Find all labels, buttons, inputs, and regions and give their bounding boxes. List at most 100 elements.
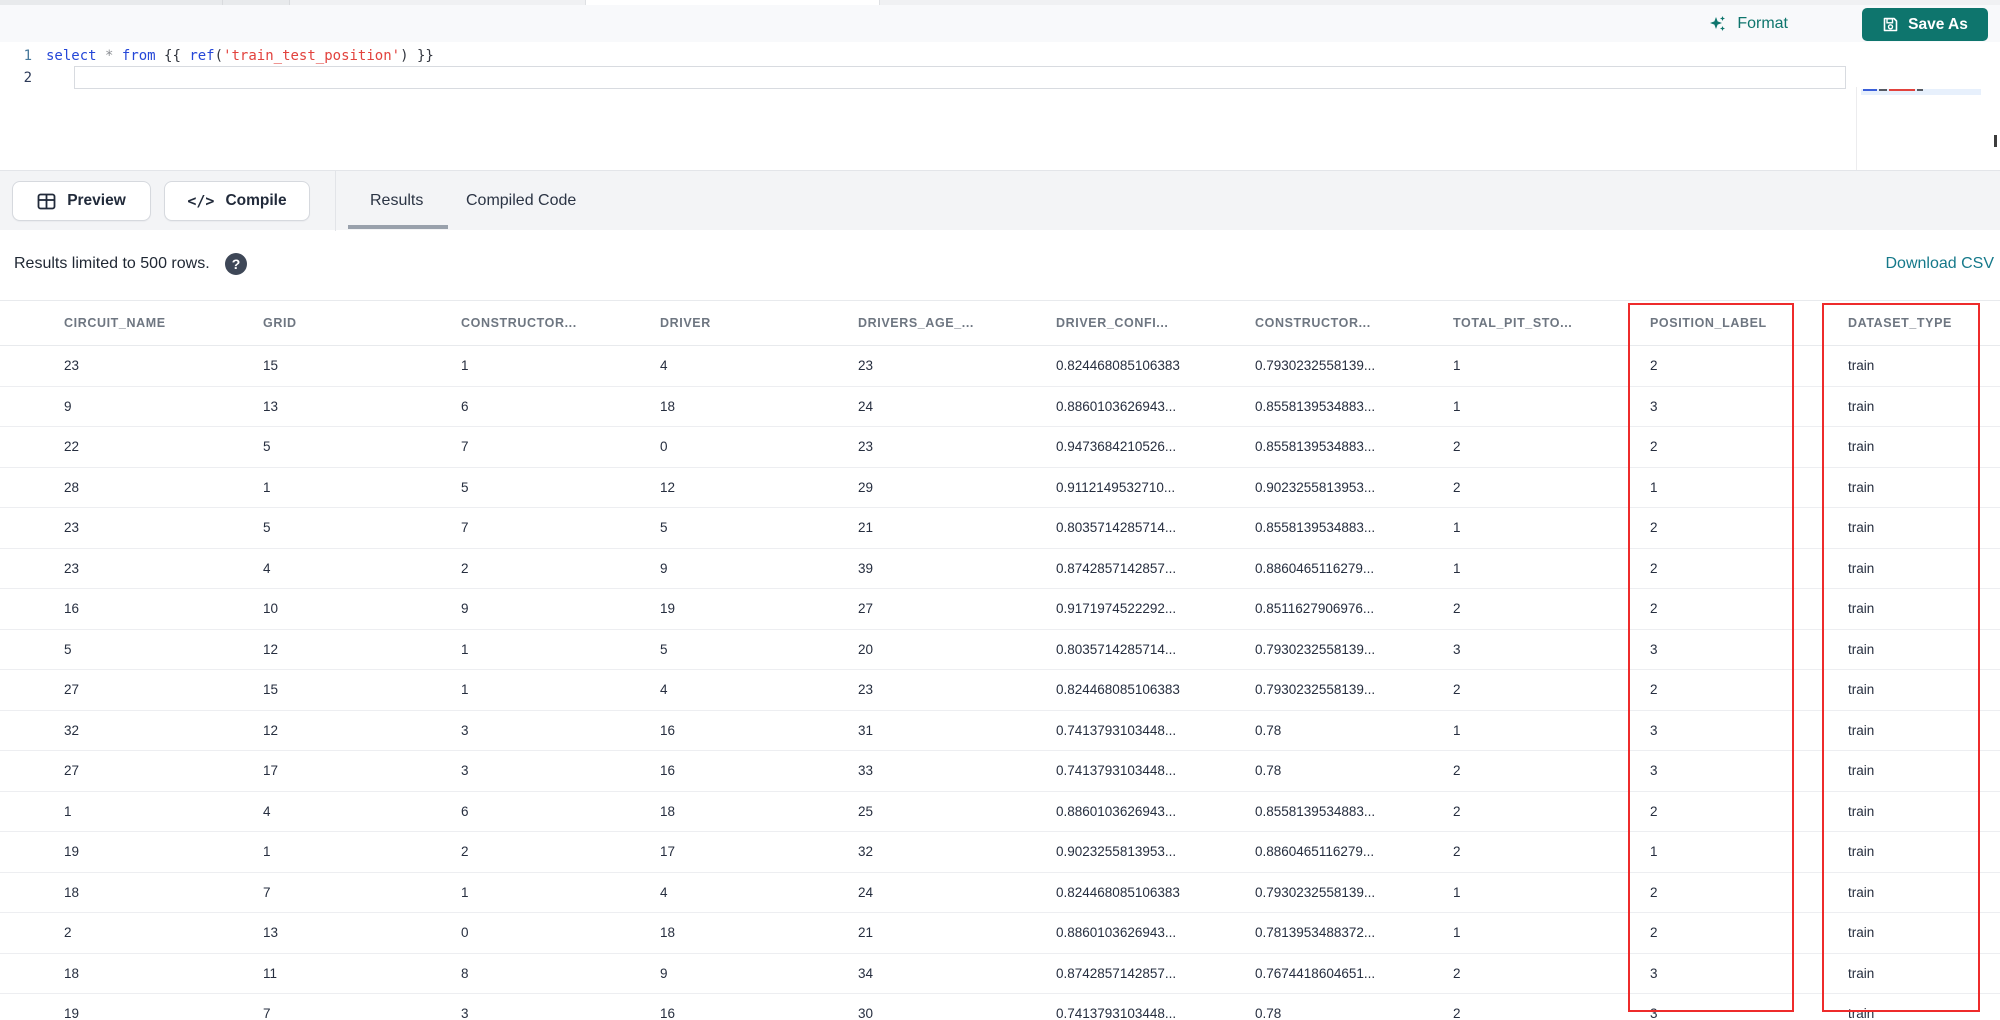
table-cell: 23 <box>64 358 80 374</box>
results-table: CIRCUIT_NAME GRID CONSTRUCTOR... DRIVER DRIV… <box>0 300 2000 1020</box>
table-cell: 2 <box>1650 560 1658 576</box>
table-cell: 19 <box>64 844 80 860</box>
table-cell: 2 <box>1453 439 1461 455</box>
table-row: 19 7 3 16 30 0.7413793103448... 0.78 2 3 train <box>0 994 2000 1020</box>
sql-editor[interactable]: 1 select * from {{ ref('train_test_posit… <box>0 42 2000 187</box>
table-row: 18 7 1 4 24 0.824468085106383 0.7930232558139.… <box>0 873 2000 913</box>
code-line-1[interactable]: 1 select * from {{ ref('train_test_posit… <box>0 45 1900 67</box>
code-token: from <box>121 48 156 64</box>
compile-label: Compile <box>225 192 287 209</box>
table-cell: 18 <box>64 884 80 900</box>
table-cell: 1 <box>1453 520 1461 536</box>
table-cell: 3 <box>1650 965 1658 981</box>
results-meta-bar: Results limited to 500 rows. ? Download … <box>0 244 2000 286</box>
table-cell: 0.7413793103448... <box>1056 1006 1177 1020</box>
code-line-2[interactable]: 2 <box>0 67 1900 89</box>
table-cell: train <box>1848 479 1875 495</box>
save-as-label: Save As <box>1908 15 1968 33</box>
table-cell: 2 <box>1453 844 1461 860</box>
table-cell: 16 <box>64 601 80 617</box>
table-body: 23 15 1 4 23 0.824468085106383 0.7930232558139… <box>0 346 2000 1020</box>
table-cell: 3 <box>1453 641 1461 657</box>
table-cell: 0.8558139534883... <box>1255 398 1376 414</box>
table-row: 18 11 8 9 34 0.8742857142857... 0.767441860465… <box>0 954 2000 994</box>
table-cell: train <box>1848 358 1875 374</box>
table-cell: 18 <box>660 803 676 819</box>
table-cell: train <box>1848 641 1875 657</box>
line-number: 2 <box>23 70 32 86</box>
table-cell: 0.9023255813953... <box>1056 844 1177 860</box>
tab-compiled-code[interactable]: Compiled Code <box>466 171 576 231</box>
table-cell: 1 <box>461 884 469 900</box>
table-cell: train <box>1848 803 1875 819</box>
table-cell: 1 <box>1453 398 1461 414</box>
table-cell: 7 <box>263 1006 271 1020</box>
table-cell: 5 <box>263 520 271 536</box>
table-cell: 0.824468085106383 <box>1056 682 1180 698</box>
table-cell: 4 <box>263 803 271 819</box>
preview-label: Preview <box>67 192 126 209</box>
table-cell: train <box>1848 439 1875 455</box>
table-cell: 0.7930232558139... <box>1255 682 1376 698</box>
table-cell: 29 <box>858 479 874 495</box>
table-cell: 21 <box>858 520 874 536</box>
table-cell: 0.8742857142857... <box>1056 965 1177 981</box>
column-header: DATASET_TYPE <box>1848 316 1952 330</box>
table-cell: train <box>1848 763 1875 779</box>
table-row: 2 13 0 18 21 0.8860103626943... 0.781395348837… <box>0 913 2000 954</box>
save-icon <box>1882 16 1899 33</box>
table-cell: 1 <box>263 844 271 860</box>
format-button[interactable]: Format <box>1708 11 1788 37</box>
table-cell: 1 <box>461 641 469 657</box>
table-cell: train <box>1848 884 1875 900</box>
help-icon[interactable]: ? <box>225 253 247 275</box>
table-cell: 5 <box>660 641 668 657</box>
save-as-button[interactable]: Save As <box>1862 8 1988 41</box>
table-cell: 9 <box>461 601 469 617</box>
table-cell: 32 <box>64 722 80 738</box>
table-cell: 0.9171974522292... <box>1056 601 1177 617</box>
table-cell: train <box>1848 398 1875 414</box>
table-cell: train <box>1848 560 1875 576</box>
table-cell: 23 <box>64 560 80 576</box>
table-row: 19 1 2 17 32 0.9023255813953... 0.886046511627… <box>0 832 2000 873</box>
download-csv-link[interactable]: Download CSV <box>1886 255 1995 273</box>
table-cell: 27 <box>858 601 874 617</box>
table-cell: 6 <box>461 398 469 414</box>
code-icon: </> <box>187 192 215 210</box>
table-cell: 0.8558139534883... <box>1255 439 1376 455</box>
column-header: DRIVER <box>660 316 711 330</box>
table-cell: 2 <box>1650 803 1658 819</box>
table-cell: 23 <box>858 682 874 698</box>
table-cell: train <box>1848 925 1875 941</box>
table-cell: 5 <box>461 479 469 495</box>
table-cell: 2 <box>1453 1006 1461 1020</box>
table-cell: 31 <box>858 722 874 738</box>
table-cell: 2 <box>1650 601 1658 617</box>
table-cell: 3 <box>1650 398 1658 414</box>
table-cell: 3 <box>1650 1006 1658 1020</box>
tab-results[interactable]: Results <box>370 171 423 231</box>
table-cell: 23 <box>858 358 874 374</box>
line-number: 1 <box>23 48 32 64</box>
compile-button[interactable]: </> Compile <box>164 181 310 221</box>
table-icon <box>37 192 56 211</box>
column-header: TOTAL_PIT_STO... <box>1453 316 1573 330</box>
table-cell: 22 <box>64 439 80 455</box>
table-cell: 0 <box>461 925 469 941</box>
table-cell: 16 <box>660 1006 676 1020</box>
table-row: 27 15 1 4 23 0.824468085106383 0.7930232558139… <box>0 670 2000 711</box>
table-cell: 0.7930232558139... <box>1255 358 1376 374</box>
table-cell: 15 <box>263 358 279 374</box>
column-header: DRIVER_CONFI... <box>1056 316 1169 330</box>
table-cell: 15 <box>263 682 279 698</box>
active-tab-underline <box>348 225 448 229</box>
table-cell: 17 <box>263 763 279 779</box>
minimap-scrollbar[interactable] <box>1994 135 1997 147</box>
preview-button[interactable]: Preview <box>12 181 151 221</box>
column-header: CONSTRUCTOR... <box>1255 316 1371 330</box>
table-cell: 0.7930232558139... <box>1255 884 1376 900</box>
row-limit-text: Results limited to 500 rows. <box>14 255 210 272</box>
format-label: Format <box>1737 15 1788 32</box>
